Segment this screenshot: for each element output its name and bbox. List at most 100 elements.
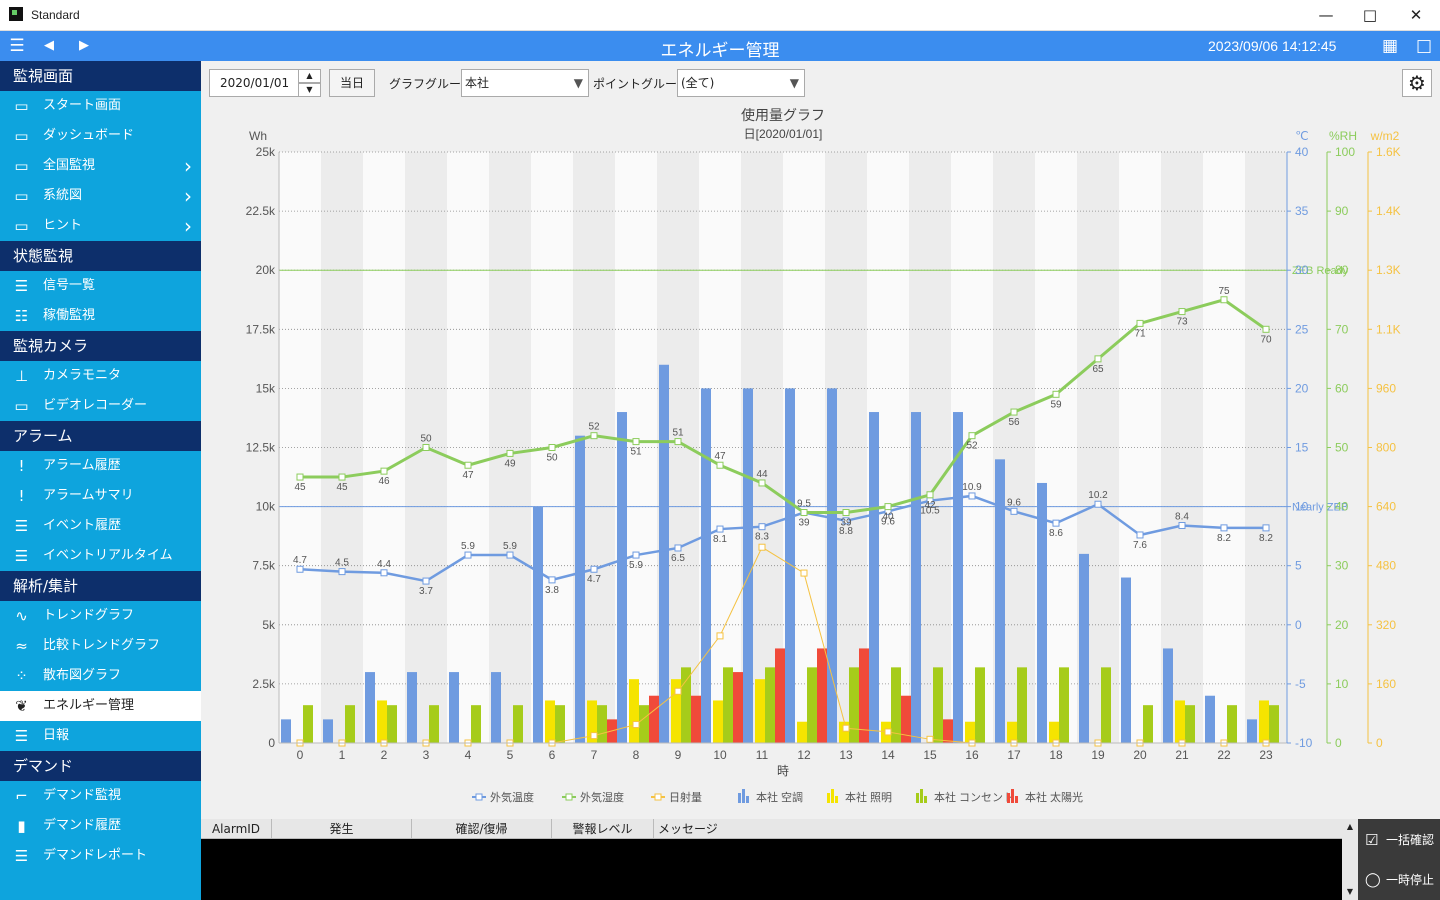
bar-0	[491, 672, 501, 743]
line-point	[590, 432, 598, 440]
line-point	[1220, 296, 1228, 304]
pause-button[interactable]: ◯ 一時停止	[1362, 862, 1437, 898]
sidebar-item[interactable]: ▭ ビデオレコーダー	[0, 391, 201, 421]
line-point	[674, 438, 682, 446]
alarm-scrollbar[interactable]: ▲ ▼	[1342, 819, 1358, 900]
layout-grid-icon[interactable]: ▦	[1378, 34, 1402, 58]
bar-0	[365, 672, 375, 743]
header-bar: ☰ ◀ ▶ エネルギー管理 2023/09/06 14:12:45 ▦ □	[0, 31, 1440, 61]
legend-label: 外気温度	[490, 790, 534, 804]
speaker-mute-icon: ◯	[1365, 872, 1381, 888]
sidebar-item[interactable]: ▭ ダッシュボード	[0, 121, 201, 151]
wh-tick-label: 10k	[256, 500, 276, 514]
sidebar-item[interactable]: ≈ 比較トレンドグラフ	[0, 631, 201, 661]
sidebar-item[interactable]: ▭ 系統図 ›	[0, 181, 201, 211]
sidebar-section-5: デマンド	[0, 751, 201, 781]
line-point	[548, 576, 556, 584]
chevron-right-icon[interactable]: ›	[184, 211, 192, 241]
x-tick-label: 14	[881, 748, 895, 762]
sidebar-item[interactable]: ∿ トレンドグラフ	[0, 601, 201, 631]
line-point	[1010, 408, 1018, 416]
data-label: 39	[798, 518, 810, 529]
x-tick-label: 8	[633, 748, 640, 762]
bar-2	[555, 705, 565, 743]
alarm-column-header[interactable]: AlarmID	[201, 819, 272, 839]
sidebar-item[interactable]: ▭ 全国監視 ›	[0, 151, 201, 181]
sidebar-item-label: デマンド履歴	[43, 818, 122, 833]
sidebar-item[interactable]: ! アラーム履歴	[0, 451, 201, 481]
sidebar-item[interactable]: ▭ スタート画面	[0, 91, 201, 121]
bar-2	[303, 705, 313, 743]
bar-0	[407, 672, 417, 743]
rh-tick-label: 10	[1335, 677, 1349, 691]
alarm-column-header[interactable]: 発生	[272, 819, 412, 839]
trend-icon: ∿	[15, 606, 28, 625]
bar-0	[449, 672, 459, 743]
temp-tick-label: 15	[1295, 441, 1309, 455]
scroll-up-icon[interactable]: ▲	[1342, 819, 1358, 831]
sidebar-section-3: アラーム	[0, 421, 201, 451]
confirm-all-button[interactable]: ☑ 一括確認	[1362, 822, 1437, 858]
monitor-icon: ▭	[14, 186, 29, 205]
line-point	[842, 509, 850, 517]
data-label: 5.9	[503, 541, 517, 552]
wh-tick-label: 2.5k	[252, 677, 276, 691]
chevron-right-icon[interactable]: ›	[184, 181, 192, 211]
chevron-right-icon[interactable]: ›	[184, 151, 192, 181]
sidebar-item[interactable]: ⁘ 散布図グラフ	[0, 661, 201, 691]
alarm-table-body[interactable]	[201, 839, 1342, 900]
scroll-down-icon[interactable]: ▼	[1342, 887, 1358, 896]
list-icon: ☰	[14, 276, 29, 295]
sidebar-item-label: トレンドグラフ	[43, 608, 135, 623]
wh-tick-label: 0	[268, 736, 275, 750]
line-point	[968, 432, 976, 440]
sidebar-item-label: 稼働監視	[43, 308, 96, 323]
sidebar-item-label: 散布図グラフ	[43, 668, 122, 683]
sidebar-item-label: ヒント	[43, 218, 83, 233]
sidebar-item[interactable]: ☰ デマンドレポート	[0, 841, 201, 871]
bar-2	[471, 705, 481, 743]
close-button[interactable]: ✕	[1404, 4, 1428, 26]
sidebar-item[interactable]: ☰ イベント履歴	[0, 511, 201, 541]
data-label: 49	[504, 458, 516, 469]
monitor-icon: ▭	[14, 126, 29, 145]
data-label: 3.8	[545, 585, 559, 596]
sidebar-section-2: 監視カメラ	[0, 331, 201, 361]
solar-tick-label: 960	[1376, 381, 1396, 395]
wh-tick-label: 5k	[262, 618, 276, 632]
alarm-column-header[interactable]: 警報レベル	[552, 819, 654, 839]
x-tick-label: 9	[675, 748, 682, 762]
sidebar-item[interactable]: ▭ ヒント ›	[0, 211, 201, 241]
line-point	[884, 503, 892, 511]
alarm-column-header[interactable]: メッセージ	[654, 819, 1342, 839]
sidebar-item[interactable]: ! アラームサマリ	[0, 481, 201, 511]
sidebar-item[interactable]: ☰ 日報	[0, 721, 201, 751]
sidebar-item[interactable]: ⊥ カメラモニタ	[0, 361, 201, 391]
alarm-column-header[interactable]: 確認/復帰	[412, 819, 552, 839]
data-label: 59	[1050, 399, 1062, 410]
bar-0	[743, 388, 753, 743]
line-point	[1262, 524, 1270, 532]
bar-0	[1121, 577, 1131, 743]
data-label: 5.9	[461, 541, 475, 552]
maximize-button[interactable]: □	[1358, 4, 1382, 26]
x-tick-label: 23	[1259, 748, 1273, 762]
sidebar-item[interactable]: ▮ デマンド履歴	[0, 811, 201, 841]
sidebar-item[interactable]: ☰ 信号一覧	[0, 271, 201, 301]
data-label: 70	[1260, 334, 1272, 345]
minimize-button[interactable]: —	[1314, 4, 1338, 26]
data-label: 9.6	[1007, 497, 1021, 508]
sidebar-item[interactable]: ⌐ デマンド監視	[0, 781, 201, 811]
solar-tick-label: 1.3K	[1376, 263, 1401, 277]
bar-2	[1017, 667, 1027, 743]
alert-icon: !	[18, 486, 25, 505]
sidebar-item[interactable]: ❦ エネルギー管理	[0, 691, 201, 721]
bar-0	[659, 364, 669, 743]
solar-tick-label: 480	[1376, 559, 1396, 573]
sidebar-item[interactable]: ☷ 稼働監視	[0, 301, 201, 331]
line-point	[716, 461, 724, 469]
monitor-icon: ▭	[14, 156, 29, 175]
solar-tick-label: 320	[1376, 618, 1396, 632]
message-icon[interactable]: □	[1412, 34, 1436, 58]
sidebar-item[interactable]: ☰ イベントリアルタイム	[0, 541, 201, 571]
